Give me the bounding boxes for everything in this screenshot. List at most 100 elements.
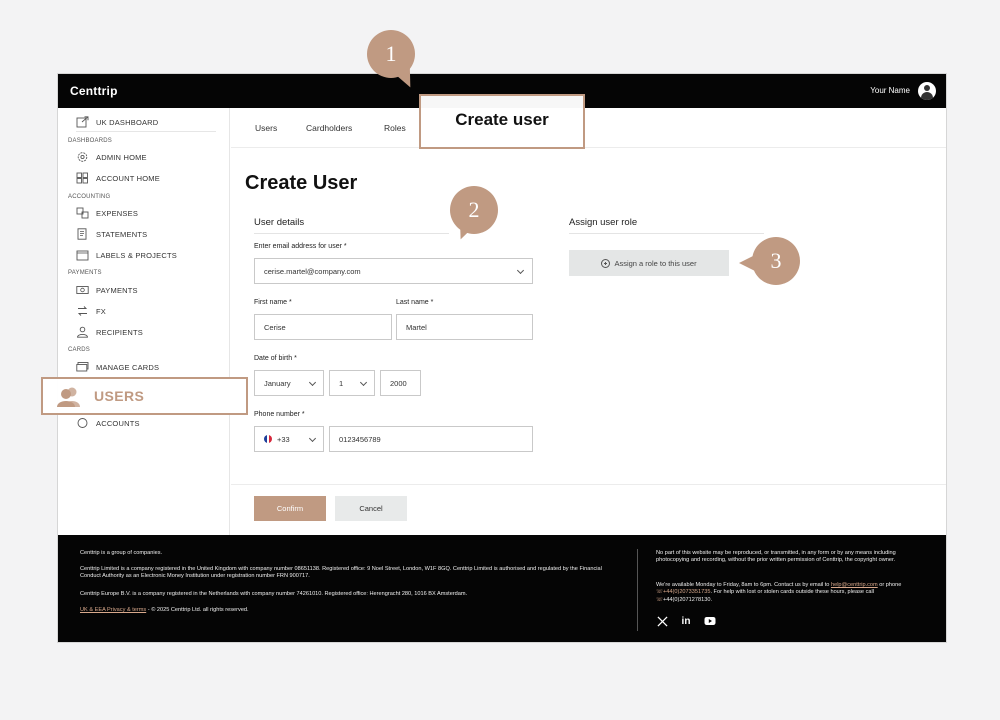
- assign-role-button[interactable]: Assign a role to this user: [569, 250, 729, 276]
- tab-bar: Users Cardholders Roles: [231, 108, 946, 148]
- sidebar-item-label: ADMIN HOME: [96, 152, 147, 162]
- callout-2-badge: 2: [450, 186, 498, 234]
- gear-icon: [76, 151, 89, 163]
- footer-copyright-notice: No part of this website may be reproduce…: [656, 550, 896, 564]
- section-label-accounting: ACCOUNTING: [68, 194, 111, 200]
- tab-users[interactable]: Users: [255, 123, 277, 133]
- exchange-icon: [76, 305, 89, 317]
- dob-month-select[interactable]: January: [254, 370, 324, 396]
- sidebar-item-label: UK DASHBOARD: [96, 117, 159, 127]
- divider: [231, 484, 946, 485]
- divider: [254, 233, 449, 234]
- support-phone[interactable]: +44(0)2073351735: [663, 589, 710, 595]
- sidebar-item-label: LABELS & PROJECTS: [96, 250, 177, 260]
- tab-cardholders[interactable]: Cardholders: [306, 123, 352, 133]
- phone-number-field[interactable]: 0123456789: [329, 426, 533, 452]
- email-label: Enter email address for user *: [254, 243, 347, 250]
- dob-year-value: 2000: [390, 378, 407, 388]
- footer-group-text: Centtrip is a group of companies.: [80, 550, 163, 556]
- copyright-text: - © 2025 Centtrip Ltd. all rights reserv…: [146, 607, 249, 613]
- sidebar-item-expenses[interactable]: EXPENSES: [76, 204, 138, 222]
- support-email-link[interactable]: help@centtrip.com: [831, 582, 878, 588]
- footer-uk-text: Centtrip Limited is a company registered…: [80, 566, 602, 580]
- dob-label: Date of birth *: [254, 355, 297, 362]
- sidebar-item-label: ACCOUNT HOME: [96, 173, 160, 183]
- x-icon[interactable]: [656, 615, 668, 627]
- cancel-button[interactable]: Cancel: [335, 496, 407, 521]
- callout-3-badge: 3: [752, 237, 800, 285]
- section-label-cards: CARDS: [68, 347, 91, 353]
- phone-icon: ☏: [656, 589, 663, 596]
- sidebar-item-label: ACCOUNTS: [96, 418, 140, 428]
- user-name[interactable]: Your Name: [870, 86, 910, 95]
- user-details-heading: User details: [254, 217, 305, 228]
- logo[interactable]: Centtrip: [70, 84, 118, 98]
- sidebar-item-label: EXPENSES: [96, 208, 139, 218]
- last-name-label: Last name *: [396, 299, 434, 306]
- sidebar-item-fx[interactable]: FX: [76, 302, 106, 320]
- sidebar-item-label: FX: [96, 306, 106, 316]
- youtube-icon[interactable]: [704, 615, 716, 627]
- avatar-icon[interactable]: [918, 82, 936, 100]
- sidebar-item-account-home[interactable]: ACCOUNT HOME: [76, 169, 160, 187]
- sidebar-item-admin-home[interactable]: ADMIN HOME: [76, 148, 147, 166]
- footer-eu-text: Centtrip Europe B.V. is a company regist…: [80, 591, 468, 597]
- card-icon: [76, 361, 89, 373]
- sidebar-item-accounts[interactable]: ACCOUNTS: [76, 414, 140, 432]
- france-flag-icon: [264, 435, 272, 443]
- tab-roles[interactable]: Roles: [384, 123, 406, 133]
- sidebar-item-statements[interactable]: STATEMENTS: [76, 225, 147, 243]
- phone-label: Phone number *: [254, 411, 305, 418]
- last-name-field[interactable]: Martel: [396, 314, 533, 340]
- sidebar-item-label: PAYMENTS: [96, 285, 138, 295]
- divider: [569, 233, 764, 234]
- dob-year-field[interactable]: 2000: [380, 370, 421, 396]
- callout-1-badge: 1: [367, 30, 415, 78]
- receipt-icon: [76, 207, 89, 219]
- footer: Centtrip is a group of companies. Centtr…: [58, 535, 946, 642]
- document-icon: [76, 228, 89, 240]
- sidebar-item-uk-dashboard[interactable]: UK DASHBOARD: [76, 113, 158, 131]
- sidebar-item-labels-projects[interactable]: LABELS & PROJECTS: [76, 246, 177, 264]
- phone-code-value: +33: [277, 434, 290, 444]
- phone-number-value: 0123456789: [339, 434, 381, 444]
- external-link-icon: [76, 116, 89, 128]
- assign-role-button-label: Assign a role to this user: [614, 258, 697, 268]
- accounts-icon: [76, 417, 89, 429]
- users-icon: [55, 386, 83, 408]
- sidebar-item-payments[interactable]: PAYMENTS: [76, 281, 138, 299]
- sidebar-item-label: RECIPIENTS: [96, 327, 144, 337]
- sidebar: UK DASHBOARD DASHBOARDS ADMIN HOME ACCOU…: [58, 108, 230, 535]
- confirm-button[interactable]: Confirm: [254, 496, 326, 521]
- first-name-field[interactable]: Cerise: [254, 314, 392, 340]
- email-value: cerise.martel@company.com: [264, 266, 361, 276]
- lost-card-phone[interactable]: +44(0)2071278130: [663, 597, 710, 603]
- sidebar-item-users[interactable]: USERS: [94, 388, 144, 404]
- footer-legal: UK & EEA Privacy & terms - © 2025 Centtr…: [80, 607, 620, 614]
- divider: [76, 131, 216, 132]
- grid-icon: [76, 172, 89, 184]
- person-icon: [76, 326, 89, 338]
- phone-icon: ☏: [656, 596, 663, 603]
- sidebar-item-label: MANAGE CARDS: [96, 362, 160, 372]
- sidebar-item-manage-cards[interactable]: MANAGE CARDS: [76, 358, 159, 376]
- chevron-down-icon: [308, 434, 317, 443]
- chevron-down-icon: [359, 378, 368, 387]
- first-name-label: First name *: [254, 299, 292, 306]
- linkedin-icon[interactable]: in: [680, 615, 692, 627]
- dob-day-value: 1: [339, 378, 344, 388]
- sidebar-item-recipients[interactable]: RECIPIENTS: [76, 323, 143, 341]
- dob-month-value: January: [264, 378, 291, 388]
- divider: [637, 549, 638, 631]
- tab-create-user[interactable]: Create user: [421, 110, 583, 130]
- phone-country-select[interactable]: +33: [254, 426, 324, 452]
- chevron-down-icon: [516, 266, 525, 275]
- app-window: Centtrip Your Name UK DASHBOARD DASHBOAR…: [57, 73, 947, 643]
- section-label-payments: PAYMENTS: [68, 270, 102, 276]
- email-field[interactable]: cerise.martel@company.com: [254, 258, 533, 284]
- banknote-icon: [76, 284, 89, 296]
- dob-day-select[interactable]: 1: [329, 370, 375, 396]
- page-title: Create User: [245, 172, 358, 194]
- create-user-highlight: Create user: [419, 94, 585, 149]
- privacy-terms-link[interactable]: UK & EEA Privacy & terms: [80, 607, 146, 613]
